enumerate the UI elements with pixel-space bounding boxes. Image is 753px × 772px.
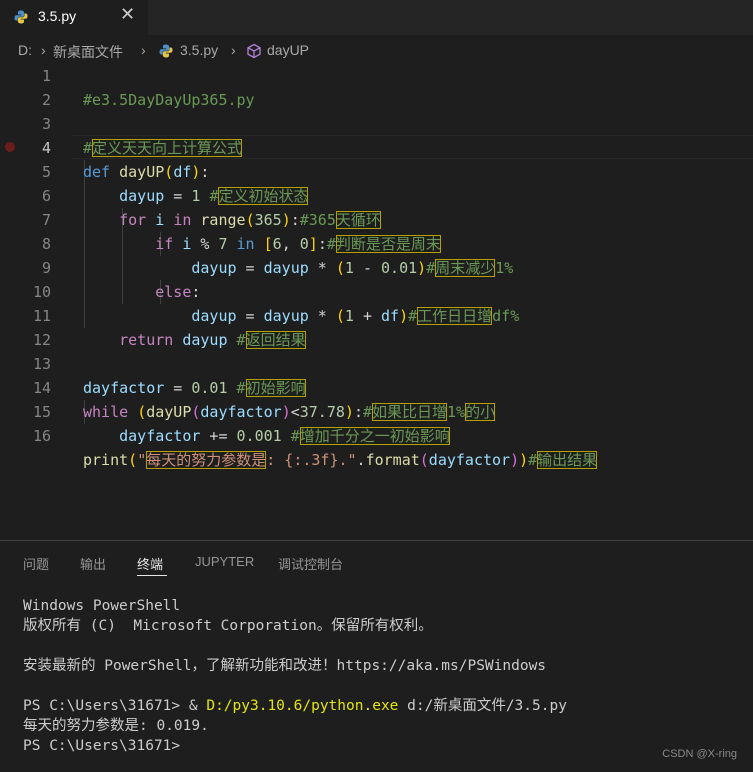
tab-terminal[interactable]: 终端 bbox=[137, 554, 163, 573]
code-line-15: dayfactor += 0.001 #增加千分之一初始影响 bbox=[0, 400, 753, 445]
terminal-prompt[interactable]: PS C:\Users\31671> bbox=[23, 736, 180, 756]
code-line-3: #定义天天向上计算公式 bbox=[0, 112, 753, 157]
terminal-line: 版权所有 (C) Microsoft Corporation。保留所有权利。 bbox=[23, 618, 433, 634]
bracket: ) bbox=[510, 451, 520, 469]
symbol-method-icon bbox=[246, 43, 262, 62]
code-line-16: print("每天的努力参数是: {:.3f}.".format(dayfact… bbox=[0, 424, 753, 469]
comment-hash: # bbox=[236, 331, 246, 349]
code-line-5: dayup = 1 #定义初始状态 bbox=[0, 160, 753, 205]
code-editor[interactable]: 1 2 3 4 5 6 7 8 9 10 11 12 13 14 15 16 #… bbox=[0, 64, 753, 534]
terminal-line: 安装最新的 PowerShell，了解新功能和改进！https://aka.ms… bbox=[23, 658, 547, 674]
comment: #e3.5DayDayUp365.py bbox=[83, 91, 255, 109]
close-tab-icon[interactable]: ✕ bbox=[120, 4, 135, 25]
chevron-right-icon: › bbox=[141, 42, 146, 58]
code-line-8: dayup = dayup * (1 - 0.01)#周末减少1% bbox=[0, 232, 753, 277]
string-highlighted: 每天的努力参数是 bbox=[146, 451, 267, 469]
bracket: ) bbox=[519, 451, 529, 469]
function-call: format bbox=[365, 451, 420, 469]
bracket: ( bbox=[128, 451, 138, 469]
terminal-line: Windows PowerShell bbox=[23, 598, 181, 614]
breadcrumb-symbol[interactable]: dayUP bbox=[267, 42, 309, 58]
keyword-return: return bbox=[119, 331, 174, 349]
tab-jupyter[interactable]: JUPYTER bbox=[195, 554, 254, 569]
terminal-command-line: PS C:\Users\31671> & D:/py3.10.6/python.… bbox=[23, 696, 567, 716]
editor-tab-3-5-py[interactable]: 3.5.py ✕ bbox=[0, 0, 148, 35]
code-line-6: for i in range(365):#365天循环 bbox=[0, 184, 753, 229]
python-file-icon bbox=[14, 9, 28, 28]
breadcrumb-drive[interactable]: D: bbox=[18, 42, 32, 58]
tab-output[interactable]: 输出 bbox=[80, 554, 106, 573]
chevron-right-icon: › bbox=[231, 42, 236, 58]
bottom-panel: 问题 输出 终端 JUPYTER 调试控制台 Windows PowerShel… bbox=[0, 540, 753, 772]
code-line-14: while (dayUP(dayfactor)<37.78):#如果比日增1%的… bbox=[0, 376, 753, 421]
breadcrumb: D: › 新桌面文件 › 3.5.py › dayUP bbox=[0, 38, 753, 62]
variable: dayup bbox=[182, 331, 228, 349]
chevron-right-icon: › bbox=[41, 42, 46, 58]
terminal-operator: & bbox=[188, 698, 207, 714]
code-line-13: dayfactor = 0.01 #初始影响 bbox=[0, 352, 753, 397]
terminal-output: 每天的努力参数是: 0.019. bbox=[23, 718, 209, 734]
variable: dayfactor bbox=[428, 451, 511, 469]
tab-debug-console[interactable]: 调试控制台 bbox=[278, 554, 343, 573]
comment-highlighted: 返回结果 bbox=[245, 331, 306, 349]
function-call: print bbox=[83, 451, 129, 469]
code-line-4: def dayUP(df): bbox=[0, 136, 753, 181]
code-line-11: return dayup #返回结果 bbox=[0, 304, 753, 349]
comment-highlighted: 输出结果 bbox=[537, 451, 598, 469]
breadcrumb-folder[interactable]: 新桌面文件 bbox=[53, 42, 123, 62]
active-tab-underline bbox=[137, 575, 167, 576]
string: " bbox=[137, 451, 147, 469]
bracket: ( bbox=[419, 451, 429, 469]
operator: . bbox=[356, 451, 366, 469]
comment-hash: # bbox=[528, 451, 538, 469]
watermark: CSDN @X-ring bbox=[662, 748, 737, 760]
string: : {:.3f}." bbox=[266, 451, 357, 469]
terminal-argument: d:/新桌面文件/3.5.py bbox=[398, 698, 567, 714]
breadcrumb-file[interactable]: 3.5.py bbox=[180, 42, 218, 58]
tab-filename: 3.5.py bbox=[38, 8, 77, 24]
terminal-executable: D:/py3.10.6/python.exe bbox=[206, 698, 399, 714]
tab-bar: 3.5.py ✕ bbox=[0, 0, 753, 35]
python-file-icon bbox=[159, 44, 173, 61]
code-line-9: else: bbox=[0, 256, 753, 301]
code-line-10: dayup = dayup * (1 + df)#工作日日增df% bbox=[0, 280, 753, 325]
code-line-1: #e3.5DayDayUp365.py bbox=[0, 64, 753, 109]
tab-problems[interactable]: 问题 bbox=[23, 554, 49, 573]
terminal-prompt: PS C:\Users\31671> bbox=[23, 698, 189, 714]
code-line-7: if i % 7 in [6, 0]:#判断是否是周末 bbox=[0, 208, 753, 253]
